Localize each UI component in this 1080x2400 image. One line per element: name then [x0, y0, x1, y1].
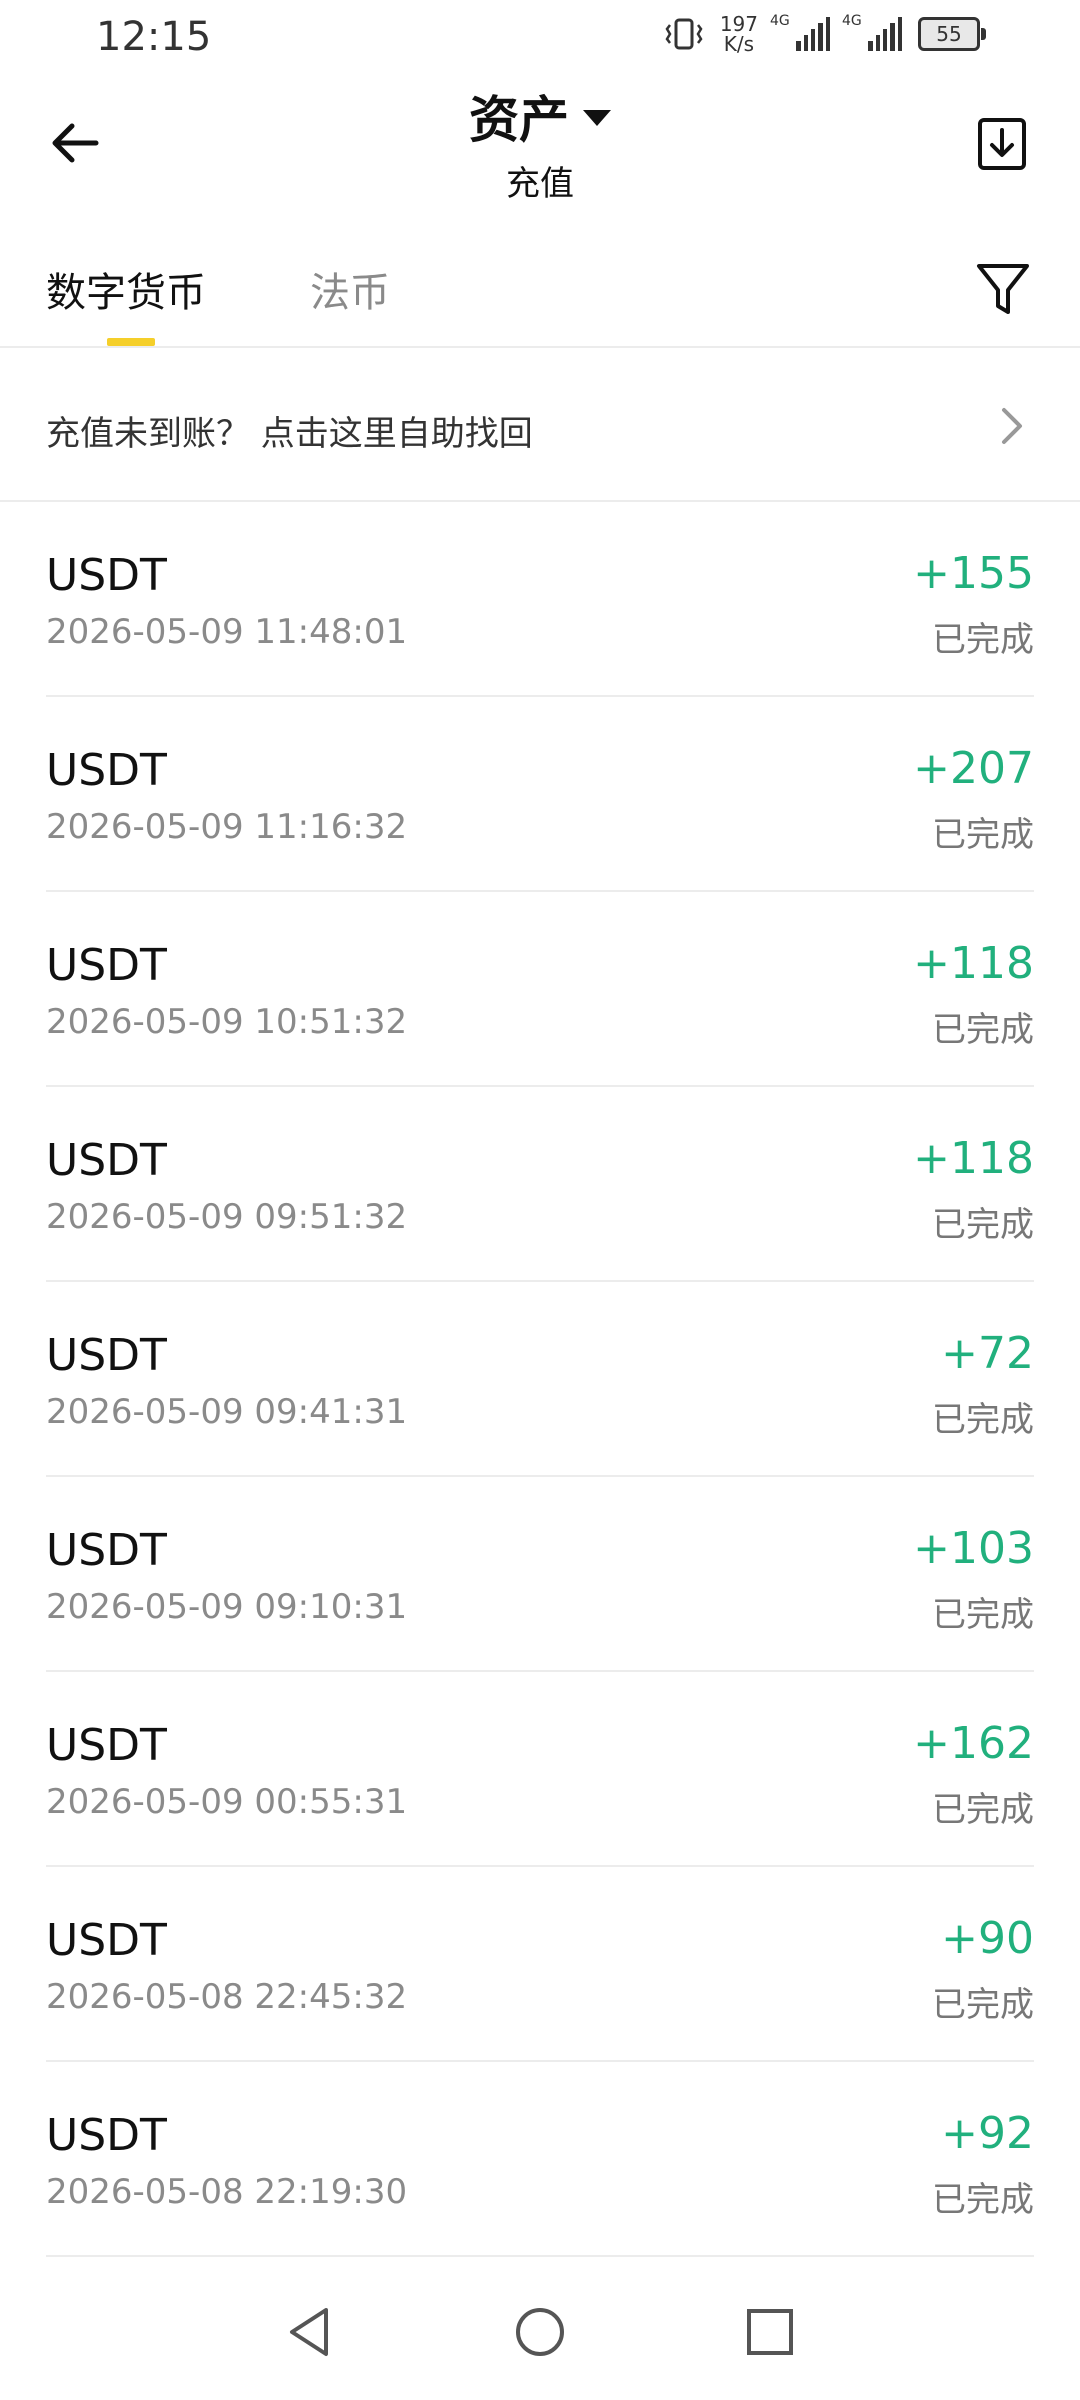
record-coin: USDT: [46, 940, 167, 991]
record-coin: USDT: [46, 1720, 167, 1771]
caret-down-icon: [583, 110, 611, 126]
record-amount: +103: [913, 1523, 1034, 1574]
currency-tabs: 数字货币 法币: [0, 230, 1080, 348]
recovery-notice-text: 充值未到账？ 点击这里自助找回: [46, 414, 533, 454]
record-date: 2026-05-09 09:41:31: [46, 1392, 408, 1432]
list-item[interactable]: USDT 2026-05-09 09:10:31 +103 已完成: [46, 1477, 1034, 1672]
record-coin: USDT: [46, 1915, 167, 1966]
record-coin: USDT: [46, 1525, 167, 1576]
list-item[interactable]: USDT 2026-05-09 09:41:31 +72 已完成: [46, 1282, 1034, 1477]
record-status: 已完成: [932, 1205, 1034, 1245]
status-icons: 197 K/s 4G 4G 55: [664, 12, 986, 56]
record-date: 2026-05-08 22:19:30: [46, 2172, 408, 2212]
record-amount: +118: [913, 938, 1034, 989]
record-date: 2026-05-09 11:16:32: [46, 807, 408, 847]
list-item[interactable]: USDT 2026-05-08 22:45:32 +90 已完成: [46, 1867, 1034, 2062]
record-status: 已完成: [932, 1790, 1034, 1830]
record-amount: +207: [913, 743, 1034, 794]
record-amount: +90: [941, 1913, 1034, 1964]
list-item[interactable]: USDT 2026-05-09 11:48:01 +155 已完成: [46, 502, 1034, 697]
page-subtitle: 充值: [506, 164, 574, 204]
page-title: 资产: [469, 91, 569, 149]
filter-icon[interactable]: [974, 260, 1032, 318]
record-amount: +118: [913, 1133, 1034, 1184]
nav-recent-square-icon[interactable]: [740, 2302, 800, 2362]
record-status: 已完成: [932, 1985, 1034, 2025]
list-item[interactable]: USDT 2026-05-08 22:19:30 +92 已完成: [46, 2062, 1034, 2257]
list-item[interactable]: USDT 2026-05-09 09:51:32 +118 已完成: [46, 1087, 1034, 1282]
record-coin: USDT: [46, 1135, 167, 1186]
deposit-record-list: USDT 2026-05-09 11:48:01 +155 已完成 USDT 2…: [46, 502, 1034, 2257]
signal-icon: 4G: [770, 13, 830, 51]
nav-back-triangle-icon[interactable]: [280, 2302, 340, 2362]
record-coin: USDT: [46, 550, 167, 601]
record-status: 已完成: [932, 620, 1034, 660]
title-block: 资产 充值: [0, 80, 1080, 205]
record-coin: USDT: [46, 2110, 167, 2161]
record-coin: USDT: [46, 1330, 167, 1381]
battery-icon: 55: [918, 17, 986, 51]
record-date: 2026-05-09 09:51:32: [46, 1197, 408, 1237]
signal-icon-2: 4G: [842, 13, 902, 51]
record-amount: +155: [913, 548, 1034, 599]
chevron-right-icon: [1002, 408, 1022, 444]
tab-fiat[interactable]: 法币: [310, 260, 390, 318]
app-header: 资产 充值: [0, 80, 1080, 210]
vibrate-icon: [665, 18, 703, 50]
download-icon[interactable]: [974, 116, 1030, 172]
record-amount: +72: [941, 1328, 1034, 1379]
record-status: 已完成: [932, 1400, 1034, 1440]
record-date: 2026-05-09 09:10:31: [46, 1587, 408, 1627]
record-date: 2026-05-08 22:45:32: [46, 1977, 408, 2017]
active-tab-indicator: [107, 338, 155, 346]
status-time: 12:15: [96, 14, 212, 60]
asset-title-dropdown[interactable]: 资产: [469, 80, 611, 152]
record-status: 已完成: [932, 1010, 1034, 1050]
system-nav-bar: [0, 2260, 1080, 2400]
record-date: 2026-05-09 10:51:32: [46, 1002, 408, 1042]
status-bar: 12:15 197 K/s 4G 4G 55: [0, 0, 1080, 80]
record-status: 已完成: [932, 1595, 1034, 1635]
list-item[interactable]: USDT 2026-05-09 11:16:32 +207 已完成: [46, 697, 1034, 892]
list-item[interactable]: USDT 2026-05-09 10:51:32 +118 已完成: [46, 892, 1034, 1087]
deposit-recovery-link[interactable]: 充值未到账？ 点击这里自助找回: [0, 348, 1080, 502]
record-date: 2026-05-09 11:48:01: [46, 612, 408, 652]
record-coin: USDT: [46, 745, 167, 796]
record-amount: +162: [913, 1718, 1034, 1769]
net-speed: 197 K/s: [719, 12, 758, 56]
record-date: 2026-05-09 00:55:31: [46, 1782, 408, 1822]
tab-crypto[interactable]: 数字货币: [46, 260, 206, 318]
nav-home-circle-icon[interactable]: [510, 2302, 570, 2362]
list-item[interactable]: USDT 2026-05-09 00:55:31 +162 已完成: [46, 1672, 1034, 1867]
record-status: 已完成: [932, 815, 1034, 855]
record-amount: +92: [941, 2108, 1034, 2159]
record-status: 已完成: [932, 2180, 1034, 2220]
